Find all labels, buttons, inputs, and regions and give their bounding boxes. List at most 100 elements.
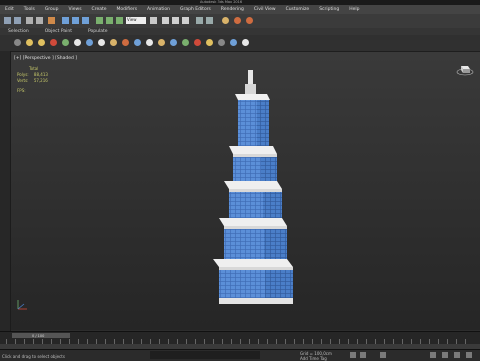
menu-graph-editors[interactable]: Graph Editors xyxy=(175,7,216,12)
ribbon-tabs: Selection Object Paint Populate xyxy=(0,28,480,35)
torus-icon[interactable] xyxy=(134,39,141,46)
menu-help[interactable]: Help xyxy=(344,7,364,12)
main-toolbar: View xyxy=(0,14,480,29)
menu-views[interactable]: Views xyxy=(64,7,87,12)
cone-icon[interactable] xyxy=(158,39,165,46)
view-cube-icon[interactable] xyxy=(456,62,474,76)
plane-icon[interactable] xyxy=(146,39,153,46)
compound-icon[interactable] xyxy=(230,39,237,46)
shapes-icon[interactable] xyxy=(218,39,225,46)
view-dropdown[interactable]: View xyxy=(126,17,146,24)
fps-label: FPS: xyxy=(17,88,26,93)
menu-edit[interactable]: Edit xyxy=(0,7,19,12)
key-mode-icon[interactable] xyxy=(380,352,386,358)
menu-modifiers[interactable]: Modifiers xyxy=(112,7,143,12)
unlink-icon[interactable] xyxy=(36,17,43,24)
menu-bar: Edit Tools Group Views Create Modifiers … xyxy=(0,5,480,14)
align-icon[interactable] xyxy=(206,17,213,24)
teapot-icon[interactable] xyxy=(86,39,93,46)
menu-create[interactable]: Create xyxy=(87,7,112,12)
viewport-label[interactable]: [+] [Perspective ] [Shaded ] xyxy=(14,56,77,61)
tier-2-front xyxy=(233,157,261,181)
cylinder-icon[interactable] xyxy=(122,39,129,46)
select-and-scale-icon[interactable] xyxy=(116,17,123,24)
tier-1-side xyxy=(257,100,269,146)
rectangular-selection-icon[interactable] xyxy=(82,17,89,24)
select-object-icon[interactable] xyxy=(62,17,69,24)
coordinate-fields[interactable] xyxy=(150,351,260,359)
status-bar: Click and drag to select objects Grid = … xyxy=(0,349,480,361)
tier-4-side xyxy=(264,229,287,259)
orbit-icon[interactable] xyxy=(442,352,448,358)
select-and-move-icon[interactable] xyxy=(96,17,103,24)
use-pivot-icon[interactable] xyxy=(150,17,157,24)
material-editor-icon[interactable] xyxy=(222,17,229,24)
systems-icon[interactable] xyxy=(74,39,81,46)
bind-space-warp-icon[interactable] xyxy=(48,17,55,24)
add-time-tag-button[interactable]: Add Time Tag xyxy=(300,356,327,361)
maximize-viewport-icon[interactable] xyxy=(466,352,472,358)
mirror-icon[interactable] xyxy=(196,17,203,24)
menu-scripting[interactable]: Scripting xyxy=(314,7,344,12)
render-setup-icon[interactable] xyxy=(234,17,241,24)
time-slider[interactable]: 0 / 100 xyxy=(0,331,480,345)
tube-icon[interactable] xyxy=(182,39,189,46)
particles-icon[interactable] xyxy=(242,39,249,46)
camera-icon[interactable] xyxy=(38,39,45,46)
snap-toggle-icon[interactable] xyxy=(162,17,169,24)
frame-counter: 0 / 100 xyxy=(32,334,45,338)
render-icon[interactable] xyxy=(246,17,253,24)
skyscraper-model[interactable] xyxy=(191,70,311,320)
undo-icon[interactable] xyxy=(4,17,11,24)
tier-5-side xyxy=(265,270,293,300)
tier-1-front xyxy=(238,100,257,146)
pyramid-icon[interactable] xyxy=(194,39,201,46)
light-icon[interactable] xyxy=(26,39,33,46)
tab-selection[interactable]: Selection xyxy=(0,29,37,34)
tab-object-paint[interactable]: Object Paint xyxy=(37,29,80,34)
pan-icon[interactable] xyxy=(454,352,460,358)
redo-icon[interactable] xyxy=(14,17,21,24)
menu-civil-view[interactable]: Civil View xyxy=(249,7,281,12)
box-icon[interactable] xyxy=(110,39,117,46)
space-warp-icon[interactable] xyxy=(62,39,69,46)
scene-explorer-icon[interactable] xyxy=(14,39,21,46)
viewport-stats: Total Polys: 88,413 Verts: 57,216 xyxy=(17,66,48,84)
menu-rendering[interactable]: Rendering xyxy=(216,7,249,12)
stats-verts-row: Verts: 57,216 xyxy=(17,78,48,84)
menu-tools[interactable]: Tools xyxy=(19,7,40,12)
tier-3-side xyxy=(263,192,282,218)
menu-group[interactable]: Group xyxy=(40,7,64,12)
zoom-icon[interactable] xyxy=(430,352,436,358)
left-panel xyxy=(0,51,11,331)
geosphere-icon[interactable] xyxy=(170,39,177,46)
tab-populate[interactable]: Populate xyxy=(80,29,116,34)
tier-3-front xyxy=(229,192,263,218)
next-frame-icon[interactable] xyxy=(360,352,366,358)
tier-1-band xyxy=(235,94,270,100)
secondary-toolbar xyxy=(0,35,480,52)
base-plinth xyxy=(219,298,293,304)
play-icon[interactable] xyxy=(350,352,356,358)
perspective-viewport[interactable]: [+] [Perspective ] [Shaded ] Total Polys… xyxy=(11,52,480,330)
select-by-name-icon[interactable] xyxy=(72,17,79,24)
tier-4-band xyxy=(219,218,287,226)
window-title: Autodesk 3ds Max 2016 xyxy=(200,0,243,4)
helper-icon[interactable] xyxy=(50,39,57,46)
tier-4-front xyxy=(224,229,264,259)
time-slider-handle[interactable]: 0 / 100 xyxy=(12,333,70,338)
percent-snap-icon[interactable] xyxy=(182,17,189,24)
view-dropdown-label: View xyxy=(127,17,137,22)
stats-verts-value: 57,216 xyxy=(33,78,48,83)
link-icon[interactable] xyxy=(26,17,33,24)
tier-3-band xyxy=(224,181,282,189)
stats-verts-label: Verts: xyxy=(17,78,29,83)
sphere-icon[interactable] xyxy=(98,39,105,46)
text-icon[interactable] xyxy=(206,39,213,46)
menu-animation[interactable]: Animation xyxy=(142,7,175,12)
spire-base xyxy=(245,84,256,94)
menu-customize[interactable]: Customize xyxy=(281,7,315,12)
select-and-rotate-icon[interactable] xyxy=(106,17,113,24)
angle-snap-icon[interactable] xyxy=(172,17,179,24)
axis-gizmo-icon xyxy=(17,300,27,310)
